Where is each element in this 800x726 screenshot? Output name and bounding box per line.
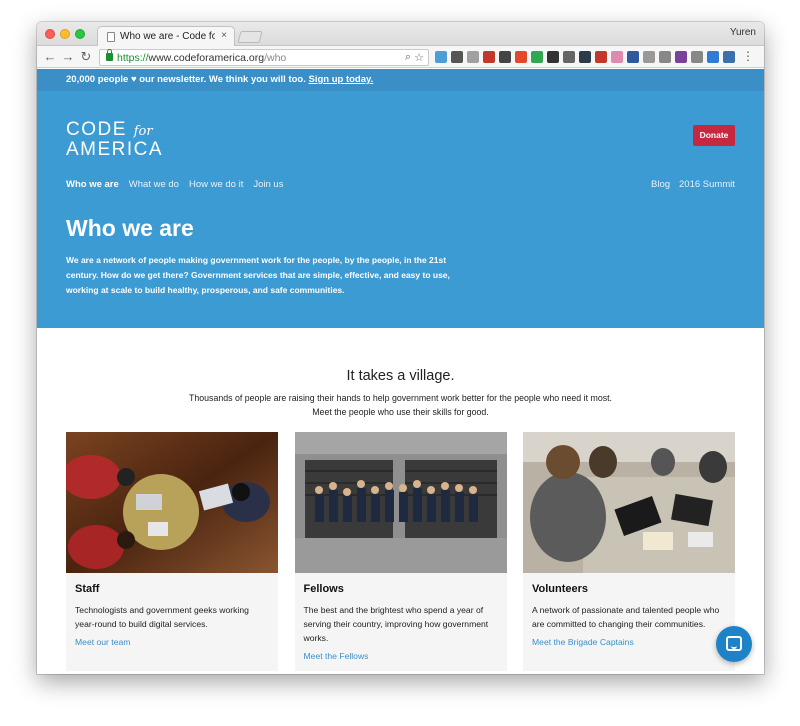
- profile-name[interactable]: Yuren: [730, 27, 756, 38]
- signup-link[interactable]: Sign up today.: [309, 74, 374, 85]
- fellows-photo: [294, 432, 507, 573]
- new-tab-button[interactable]: [237, 31, 263, 43]
- extension-icon[interactable]: [691, 51, 703, 63]
- extension-icon[interactable]: [451, 51, 463, 63]
- newsletter-bar: 20,000 people ♥ our newsletter. We think…: [37, 69, 764, 91]
- code-for-america-logo[interactable]: CODE for AMERICA: [66, 120, 163, 159]
- extension-icon[interactable]: [515, 51, 527, 63]
- browser-window: Who we are - Code for America × Yuren ← …: [37, 22, 764, 674]
- maximize-window-button[interactable]: [75, 29, 85, 39]
- back-arrow-icon[interactable]: ←: [43, 49, 57, 64]
- meet-brigade-captains-link[interactable]: Meet the Brigade Captains: [532, 637, 726, 647]
- hero-section: CODE for AMERICA Donate Who we are What …: [37, 91, 764, 328]
- extension-icon[interactable]: [435, 51, 447, 63]
- staff-photo: [66, 432, 278, 573]
- forward-arrow-icon[interactable]: →: [61, 49, 75, 64]
- extension-icon[interactable]: [531, 51, 543, 63]
- card-volunteers: Volunteers A network of passionate and t…: [523, 432, 735, 671]
- extension-icon[interactable]: [643, 51, 655, 63]
- browser-menu-icon[interactable]: ⋮: [742, 49, 754, 63]
- page-icon: [107, 32, 115, 42]
- volunteers-photo: [523, 432, 735, 573]
- meet-fellows-link[interactable]: Meet the Fellows: [304, 651, 498, 661]
- tab-bar: Who we are - Code for America × Yuren: [37, 22, 764, 47]
- chat-button[interactable]: [716, 626, 752, 662]
- minimize-window-button[interactable]: [60, 29, 70, 39]
- page-content: 20,000 people ♥ our newsletter. We think…: [37, 69, 764, 674]
- hero-description: We are a network of people making govern…: [66, 255, 450, 295]
- page-title: Who we are: [66, 215, 194, 241]
- card-description: Technologists and government geeks worki…: [75, 605, 249, 629]
- card-fellows: Fellows The best and the brightest who s…: [294, 432, 507, 671]
- close-tab-icon[interactable]: ×: [221, 30, 227, 41]
- card-staff: Staff Technologists and government geeks…: [66, 432, 278, 671]
- extension-icon[interactable]: [579, 51, 591, 63]
- address-bar[interactable]: https://www.codeforamerica.org/who ⌕ ☆: [99, 49, 429, 66]
- bookmark-star-icon[interactable]: ☆: [414, 51, 424, 64]
- secondary-nav: Blog 2016 Summit: [651, 179, 735, 190]
- extension-icon[interactable]: [675, 51, 687, 63]
- nav-how-we-do-it[interactable]: How we do it: [189, 179, 243, 190]
- newsletter-text: 20,000 people ♥ our newsletter. We think…: [66, 74, 306, 85]
- nav-what-we-do[interactable]: What we do: [129, 179, 179, 190]
- extension-icon[interactable]: [547, 51, 559, 63]
- extension-icon[interactable]: [563, 51, 575, 63]
- nav-summit[interactable]: 2016 Summit: [679, 179, 735, 190]
- main-nav: Who we are What we do How we do it Join …: [66, 179, 283, 190]
- extension-icon[interactable]: [499, 51, 511, 63]
- extension-icon[interactable]: [627, 51, 639, 63]
- extension-icon[interactable]: [659, 51, 671, 63]
- village-section: It takes a village. Thousands of people …: [37, 368, 764, 419]
- url-text: https://www.codeforamerica.org/who: [117, 52, 287, 64]
- browser-tab[interactable]: Who we are - Code for America ×: [97, 26, 235, 47]
- tab-title: Who we are - Code for America: [120, 31, 215, 42]
- extension-icon[interactable]: [723, 51, 735, 63]
- zoom-icon[interactable]: ⌕: [405, 51, 411, 64]
- card-description: The best and the brightest who spend a y…: [303, 605, 489, 643]
- lock-icon: [106, 49, 113, 61]
- extension-icon[interactable]: [467, 51, 479, 63]
- extensions-row: [435, 49, 735, 65]
- browser-toolbar: ← → ↻ https://www.codeforamerica.org/who…: [37, 46, 764, 68]
- reload-icon[interactable]: ↻: [79, 49, 93, 64]
- card-title: Staff: [75, 583, 100, 595]
- card-title: Volunteers: [532, 583, 589, 595]
- nav-blog[interactable]: Blog: [651, 179, 670, 190]
- meet-team-link[interactable]: Meet our team: [75, 637, 269, 647]
- close-window-button[interactable]: [45, 29, 55, 39]
- extension-icon[interactable]: [707, 51, 719, 63]
- extension-icon[interactable]: [595, 51, 607, 63]
- extension-icon[interactable]: [611, 51, 623, 63]
- village-heading: It takes a village.: [346, 368, 455, 384]
- card-description: A network of passionate and talented peo…: [532, 605, 720, 629]
- village-text: Thousands of people are raising their ha…: [189, 393, 612, 417]
- cards-row: Staff Technologists and government geeks…: [66, 432, 735, 671]
- chat-bubble-icon: [726, 636, 742, 651]
- nav-who-we-are[interactable]: Who we are: [66, 179, 119, 190]
- extension-icon[interactable]: [483, 51, 495, 63]
- nav-join-us[interactable]: Join us: [253, 179, 283, 190]
- card-title: Fellows: [303, 583, 344, 595]
- donate-button[interactable]: Donate: [693, 125, 735, 146]
